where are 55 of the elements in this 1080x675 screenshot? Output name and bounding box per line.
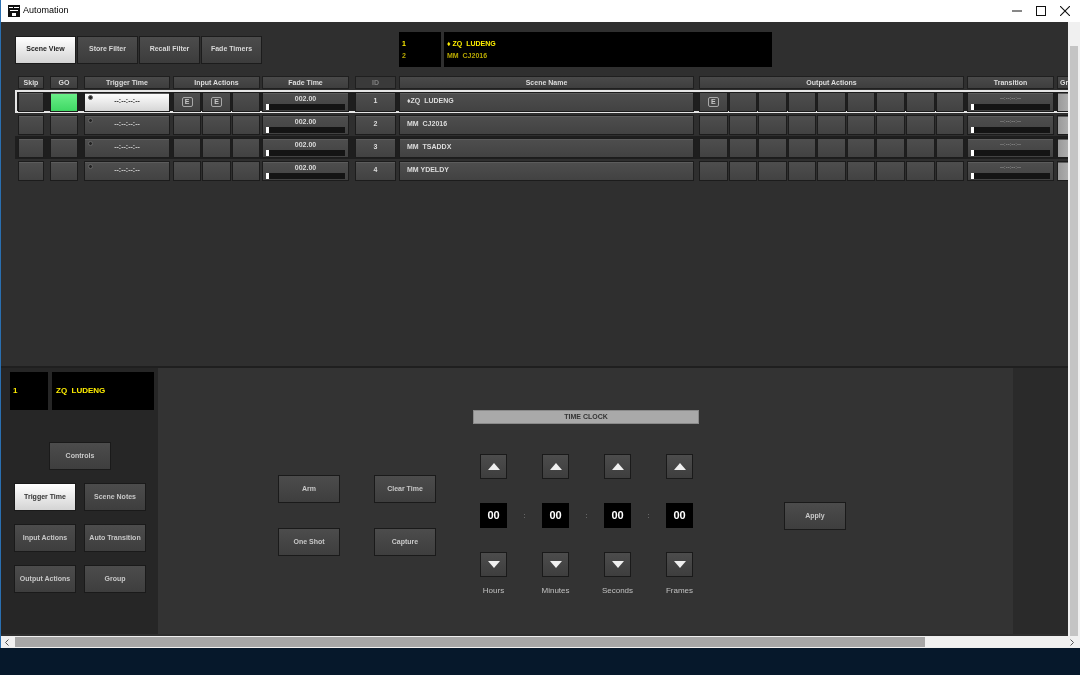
minimize-icon	[1012, 10, 1022, 12]
action-slot[interactable]	[787, 91, 817, 112]
action-slot[interactable]	[817, 91, 846, 112]
maximize-icon	[1036, 6, 1046, 16]
current-scene-name: ZQ LUDENG	[52, 372, 154, 410]
up-arrow-icon	[549, 463, 562, 470]
skip-button[interactable]	[18, 91, 44, 112]
down-arrow-icon	[673, 561, 686, 568]
decrement-button[interactable]	[604, 552, 631, 577]
time-value-display: 00	[666, 503, 693, 528]
action-slot[interactable]	[935, 91, 965, 112]
action-slot[interactable]	[758, 91, 787, 112]
decrement-button[interactable]	[542, 552, 569, 577]
action-slot[interactable]	[728, 91, 758, 112]
up-arrow-icon	[487, 463, 500, 470]
action-slot[interactable]	[905, 91, 935, 112]
scroll-thumb[interactable]	[15, 637, 925, 647]
vertical-scrollbar[interactable]	[1068, 22, 1080, 636]
time-separator: :	[585, 510, 588, 522]
time-separator: :	[523, 510, 526, 522]
decrement-button[interactable]	[666, 552, 693, 577]
time-unit-label: Seconds	[601, 585, 634, 597]
down-arrow-icon	[549, 561, 562, 568]
up-arrow-icon	[673, 463, 686, 470]
go-button[interactable]	[50, 91, 78, 112]
status-dot-icon	[88, 163, 93, 169]
time-separator: :	[647, 510, 650, 522]
increment-button[interactable]	[666, 454, 693, 479]
chevron-right-icon	[1070, 638, 1074, 646]
time-unit-label: Frames	[665, 585, 694, 597]
status-dot-icon	[88, 117, 93, 123]
scroll-thumb[interactable]	[1070, 46, 1078, 636]
time-unit-label: Hours	[482, 585, 505, 597]
increment-button[interactable]	[604, 454, 631, 479]
action-slot[interactable]	[231, 91, 260, 112]
down-arrow-icon	[611, 561, 624, 568]
time-unit-label: Minutes	[541, 585, 570, 597]
time-value-display: 00	[542, 503, 569, 528]
action-slot[interactable]	[876, 91, 905, 112]
current-scene-number: 1	[10, 372, 48, 410]
horizontal-scrollbar[interactable]	[1, 636, 1080, 648]
increment-button[interactable]	[542, 454, 569, 479]
close-icon	[1060, 6, 1070, 16]
chevron-left-icon	[5, 638, 9, 646]
increment-button[interactable]	[480, 454, 507, 479]
time-value-display: 00	[604, 503, 631, 528]
decrement-button[interactable]	[480, 552, 507, 577]
up-arrow-icon	[611, 463, 624, 470]
window-title: Automation	[23, 4, 69, 18]
status-dot-icon	[88, 94, 93, 100]
action-slot[interactable]	[846, 91, 876, 112]
logo-icon	[8, 5, 20, 17]
status-dot-icon	[88, 140, 93, 146]
down-arrow-icon	[487, 561, 500, 568]
time-value-display: 00	[480, 503, 507, 528]
